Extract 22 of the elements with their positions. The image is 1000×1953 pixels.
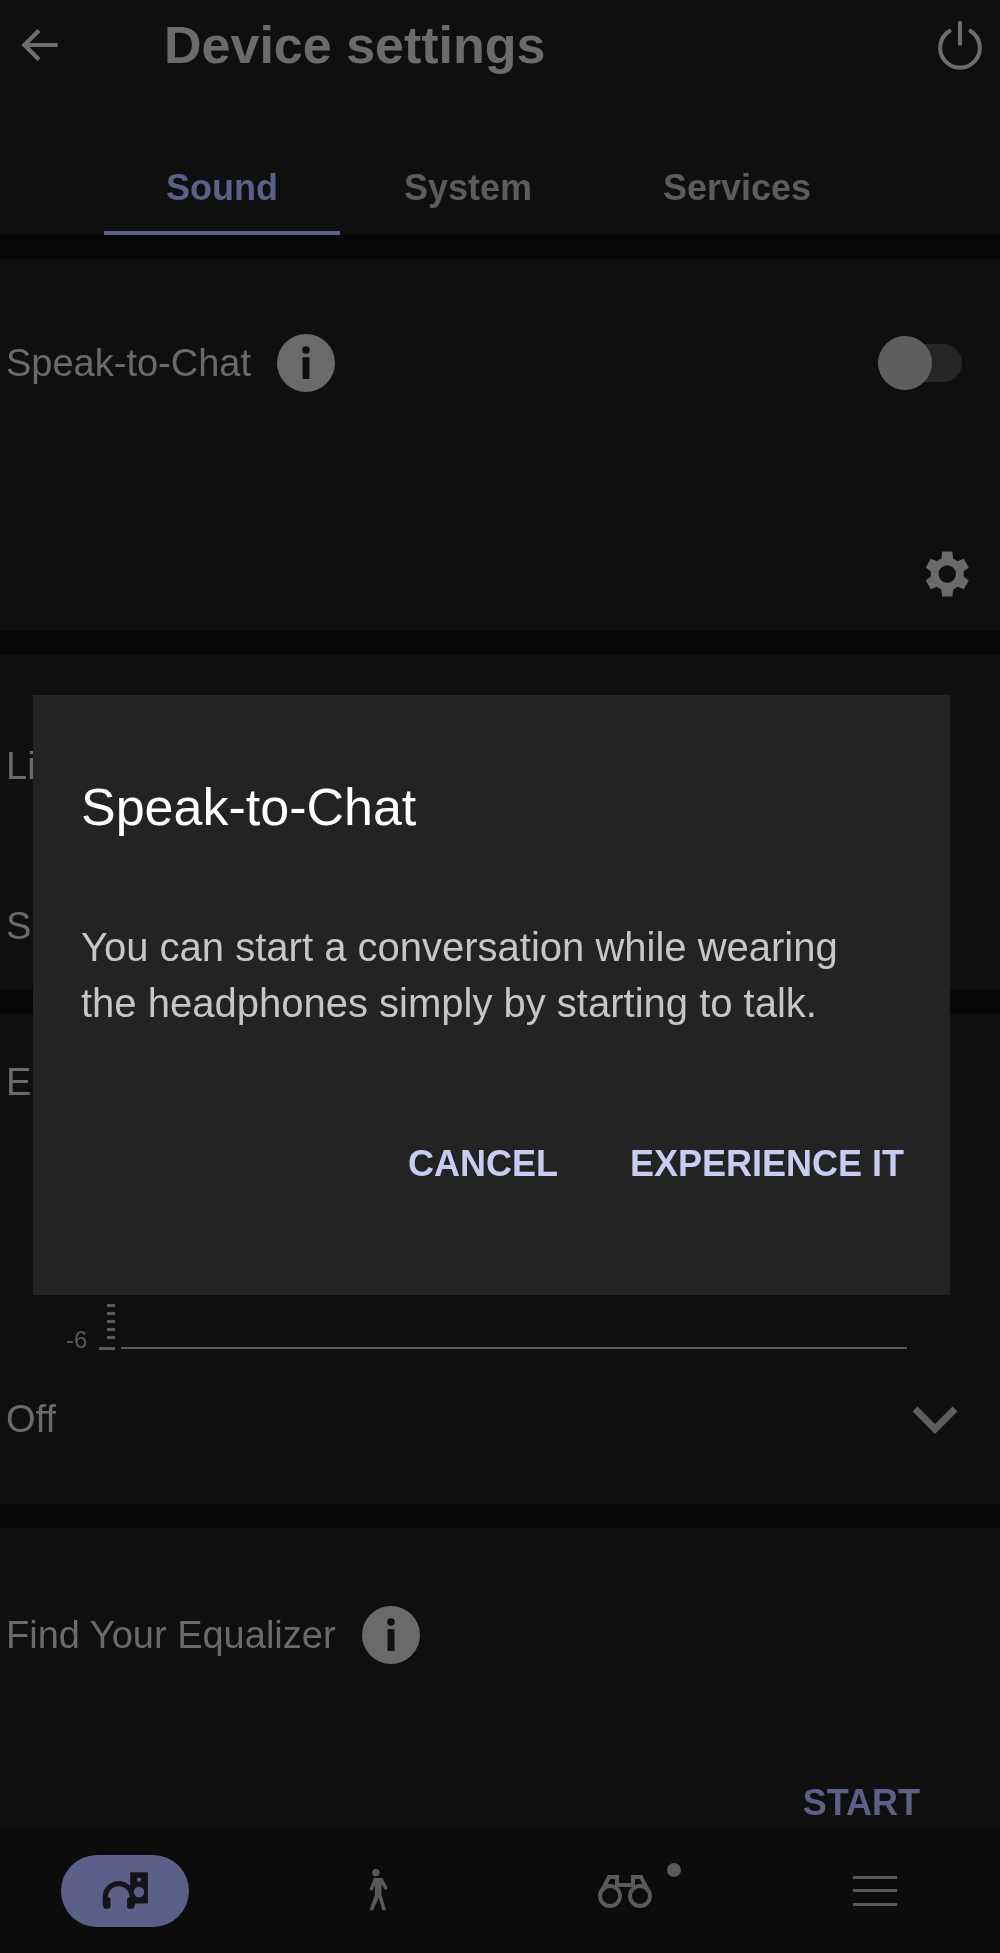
setting-label: Speak-to-Chat bbox=[6, 341, 251, 385]
screen-title: Device settings bbox=[164, 15, 547, 75]
setting-label: Li bbox=[6, 745, 36, 788]
start-button[interactable]: START bbox=[802, 1782, 920, 1824]
chevron-down-icon[interactable] bbox=[910, 1404, 960, 1435]
dialog-title: Speak-to-Chat bbox=[81, 777, 418, 837]
menu-icon bbox=[853, 1874, 897, 1907]
setting-label: S bbox=[6, 905, 32, 948]
axis-label: -6 bbox=[66, 1326, 88, 1354]
dialog-button[interactable]: CANCEL bbox=[407, 1143, 558, 1185]
tab[interactable]: System bbox=[340, 145, 596, 235]
setting-label: Find Your Equalizer bbox=[6, 1613, 336, 1657]
tab[interactable]: Services bbox=[596, 145, 878, 235]
dialog-message: You can start a conversation while wearing the headphones simply by starting to talk. bbox=[81, 924, 839, 1027]
preset-value: Off bbox=[6, 1398, 56, 1441]
info-icon[interactable] bbox=[277, 334, 335, 392]
dialog-button[interactable]: EXPERIENCE IT bbox=[629, 1143, 904, 1185]
toggle-switch[interactable] bbox=[878, 336, 962, 390]
axis-ticks bbox=[99, 1304, 116, 1350]
info-icon[interactable] bbox=[361, 1606, 420, 1664]
binoculars-icon bbox=[597, 1872, 653, 1909]
setting-label: E bbox=[5, 1060, 33, 1104]
